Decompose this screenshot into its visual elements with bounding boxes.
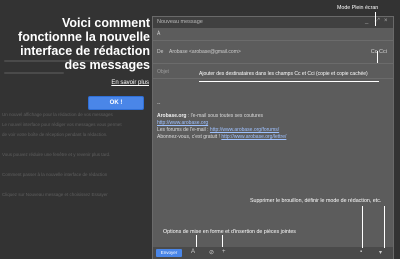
signature-brand: Arobase.org [157,113,187,119]
bg-text: Comment passer à la nouvelle interface d… [2,172,108,177]
intro-title: Voici comment fonctionne la nouvelle int… [18,16,150,72]
bg-text: Vous pouvez réduire une fenêtre et y rev… [2,152,111,157]
more-options-icon[interactable]: ▾ [379,249,382,256]
site-link[interactable]: http://www.arobase.org [157,120,208,126]
close-icon[interactable]: × [384,18,388,24]
compose-toolbar: Envoyer A ⊘ + ▪ ▾ [153,247,393,259]
subscribe-link[interactable]: http://www.arobase.org/lettre/ [221,134,286,140]
annotation-line [375,12,376,26]
bg-text: Cliquez sur Nouveau message et choisisse… [2,192,108,197]
compose-title: Nouveau message [157,19,203,25]
bg-text: de voir votre boîte de réception pendant… [2,132,108,137]
annotation-fullscreen: Mode Plein écran [337,5,379,11]
formatting-icon[interactable]: A [191,249,195,255]
trash-icon[interactable]: ▪ [360,249,362,255]
annotation-line [362,206,363,248]
minimize-icon[interactable]: _ [365,18,368,24]
signature-site: http://www.arobase.org [157,120,208,126]
annotation-line [222,235,223,247]
to-label: À [157,31,161,37]
attachment-icon[interactable]: ⊘ [209,249,214,256]
from-label: De [157,49,164,55]
send-button[interactable]: Envoyer [156,249,182,257]
signature-forums: Les forums de l'e-mail : http://www.arob… [157,127,279,133]
compose-header: Nouveau message _ ⤢ × [153,17,393,28]
annotation-formatting: Options de mise en forme et d'insertion … [163,229,296,235]
signature-tagline: : l'e-mail sous toutes ses coutures [186,113,263,119]
ok-button[interactable]: OK ! [88,96,144,110]
signature-line1: Arobase.org : l'e-mail sous toutes ses c… [157,113,263,119]
from-value[interactable]: Arobase <arobase@gmail.com> [169,49,241,55]
bg-text: Le nouvel interface pour rédiger vos mes… [2,122,122,127]
from-row[interactable]: De Arobase <arobase@gmail.com> Cc Cci [153,41,393,64]
message-body[interactable]: -- Arobase.org : l'e-mail sous toutes se… [153,101,393,247]
annotation-delete-draft: Supprimer le brouillon, définir le mode … [250,198,382,204]
insert-icon[interactable]: + [222,249,226,255]
compose-window: Nouveau message _ ⤢ × À De Arobase <arob… [153,17,393,259]
bg-text: Un nouvel affichage pour la rédaction de… [2,112,113,117]
subject-input[interactable]: Objet [157,69,169,75]
subscribe-text: Abonnez-vous, c'est gratuit ! [157,134,222,140]
annotation-line [377,51,378,63]
signature-dash: -- [157,101,161,107]
cc-bcc-link[interactable]: Cc Cci [371,49,387,55]
signature-subscribe: Abonnez-vous, c'est gratuit ! http://www… [157,134,286,140]
to-row[interactable]: À [153,28,393,41]
annotation-line [196,235,197,247]
learn-more-link[interactable]: En savoir plus [111,80,149,86]
bg-line [4,72,64,74]
forums-text: Les forums de l'e-mail : [157,127,210,133]
forums-link[interactable]: http://www.arobase.org/forums/ [210,127,279,133]
annotation-line [199,81,379,82]
annotation-line [384,206,385,248]
annotation-recipients: Ajouter des destinataires dans les champ… [199,71,368,77]
